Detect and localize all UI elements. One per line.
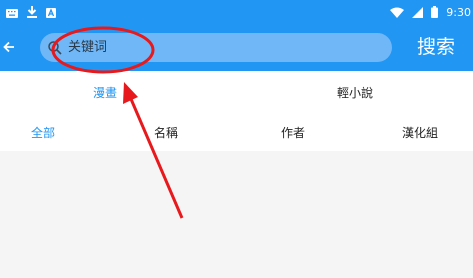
status-time: 9:30 <box>446 5 471 19</box>
status-bar-left <box>6 5 56 19</box>
search-icon <box>47 40 63 56</box>
status-bar: 9:30 <box>0 0 473 24</box>
filter-name[interactable]: 名稱 <box>141 115 191 151</box>
search-input[interactable] <box>68 33 384 62</box>
filter-author[interactable]: 作者 <box>268 115 318 151</box>
status-bar-right: 9:30 <box>390 4 471 20</box>
filter-translation-group[interactable]: 漢化組 <box>390 115 450 151</box>
search-filter-bar: 全部 名稱 作者 漢化組 <box>0 115 473 151</box>
search-button[interactable]: 搜索 <box>410 33 462 62</box>
search-box[interactable] <box>40 33 392 62</box>
filter-all[interactable]: 全部 <box>18 115 68 151</box>
app-bar: 搜索 <box>0 24 473 71</box>
tab-light-novel[interactable]: 輕小說 <box>250 71 460 115</box>
wifi-icon <box>390 3 405 22</box>
tab-manga[interactable]: 漫畫 <box>0 71 210 115</box>
results-area <box>0 151 473 278</box>
category-tabs: 漫畫 輕小說 <box>0 71 473 115</box>
download-icon <box>27 3 37 22</box>
keyboard-icon <box>6 3 18 22</box>
notification-a-icon <box>46 3 56 22</box>
battery-icon <box>431 3 439 22</box>
signal-icon <box>412 3 424 22</box>
arrow-left-icon <box>3 38 15 57</box>
back-button[interactable] <box>0 34 18 60</box>
